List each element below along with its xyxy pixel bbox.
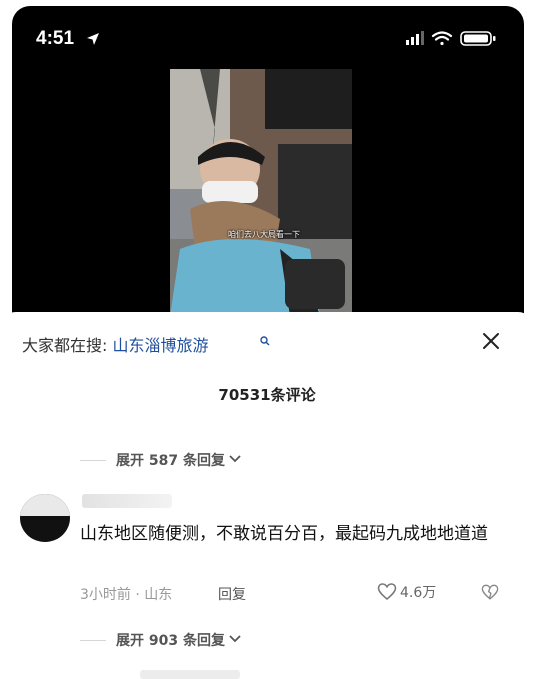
comment-time-location: 3小时前 · 山东 <box>80 587 173 603</box>
search-icon <box>260 333 270 352</box>
divider <box>80 639 106 641</box>
like-count: 4.6万 <box>400 585 437 601</box>
heart-icon <box>377 583 397 600</box>
expand-replies-label: 展开 903 条回复 <box>116 633 225 649</box>
reply-button[interactable]: 回复 <box>218 584 246 604</box>
signal-icon <box>406 31 424 45</box>
comments-sheet <box>0 312 534 679</box>
video-subtitle: 咱们去八大局看一下 <box>228 230 300 239</box>
status-indicators <box>400 30 500 48</box>
chevron-down-icon <box>229 452 241 468</box>
app-screen: 4:51 咱们去八大局看一下 大家都在搜: 山东淄博旅游 70531条评论 展开… <box>0 0 534 679</box>
avatar-mosaic <box>20 494 70 516</box>
trending-search-row[interactable]: 大家都在搜: 山东淄博旅游 <box>22 332 270 356</box>
search-prefix-label: 大家都在搜: <box>22 336 113 355</box>
broken-heart-icon <box>481 584 499 600</box>
wifi-icon <box>431 31 453 46</box>
dislike-button[interactable] <box>481 584 499 605</box>
comment-count: 70531条评论 <box>218 386 316 404</box>
video-frame[interactable] <box>170 69 352 316</box>
username-redacted <box>82 494 172 508</box>
close-button[interactable] <box>479 329 503 353</box>
expand-replies-label: 展开 587 条回复 <box>116 453 225 469</box>
status-time: 4:51 <box>36 28 75 49</box>
like-button[interactable]: 4.6万 <box>377 582 436 602</box>
next-comment-redacted <box>140 670 240 679</box>
battery-icon <box>460 31 496 46</box>
comment-text: 山东地区随便测，不敢说百分百，最起码九成地地道道 <box>80 524 488 544</box>
close-icon <box>483 333 499 349</box>
location-arrow-icon <box>86 31 100 50</box>
search-term-link[interactable]: 山东淄博旅游 <box>112 336 208 355</box>
chevron-down-icon <box>229 632 241 648</box>
divider <box>80 459 106 461</box>
avatar[interactable] <box>20 494 70 542</box>
expand-replies-button[interactable]: 展开 587 条回复 <box>80 450 241 470</box>
expand-replies-button-2[interactable]: 展开 903 条回复 <box>80 630 241 650</box>
